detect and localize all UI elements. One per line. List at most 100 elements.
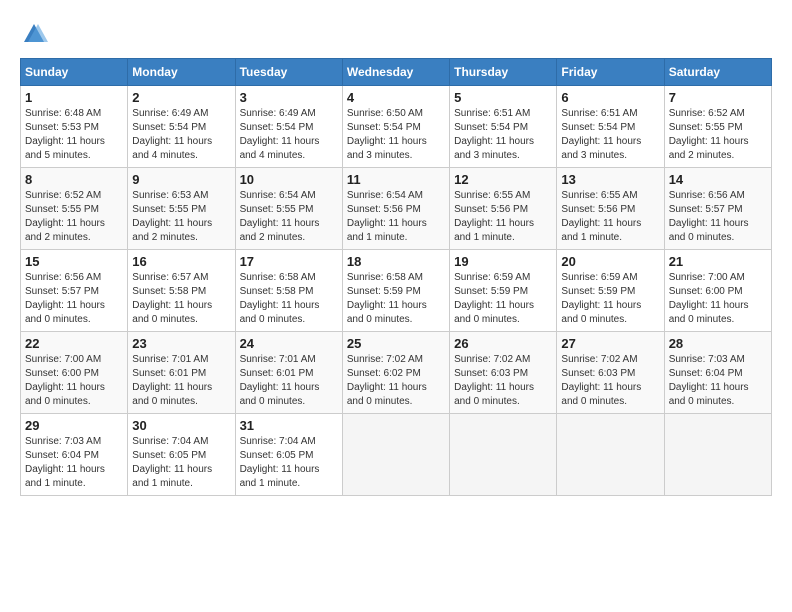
day-number: 15	[25, 254, 123, 269]
day-detail: Sunrise: 6:58 AMSunset: 5:58 PMDaylight:…	[240, 271, 338, 327]
calendar-day-cell: 23 Sunrise: 7:01 AMSunset: 6:01 PMDaylig…	[128, 332, 235, 414]
calendar-day-cell: 27 Sunrise: 7:02 AMSunset: 6:03 PMDaylig…	[557, 332, 664, 414]
day-number: 13	[561, 172, 659, 187]
calendar-day-cell: 7 Sunrise: 6:52 AMSunset: 5:55 PMDayligh…	[664, 86, 771, 168]
calendar-week-row: 29 Sunrise: 7:03 AMSunset: 6:04 PMDaylig…	[21, 414, 772, 496]
calendar-day-cell: 31 Sunrise: 7:04 AMSunset: 6:05 PMDaylig…	[235, 414, 342, 496]
day-detail: Sunrise: 6:48 AMSunset: 5:53 PMDaylight:…	[25, 107, 123, 163]
day-number: 29	[25, 418, 123, 433]
calendar-day-cell: 12 Sunrise: 6:55 AMSunset: 5:56 PMDaylig…	[450, 168, 557, 250]
day-number: 12	[454, 172, 552, 187]
day-number: 18	[347, 254, 445, 269]
calendar-week-row: 1 Sunrise: 6:48 AMSunset: 5:53 PMDayligh…	[21, 86, 772, 168]
day-detail: Sunrise: 6:59 AMSunset: 5:59 PMDaylight:…	[561, 271, 659, 327]
day-detail: Sunrise: 6:58 AMSunset: 5:59 PMDaylight:…	[347, 271, 445, 327]
day-number: 30	[132, 418, 230, 433]
logo	[20, 20, 52, 48]
day-detail: Sunrise: 7:03 AMSunset: 6:04 PMDaylight:…	[25, 435, 123, 491]
day-detail: Sunrise: 6:56 AMSunset: 5:57 PMDaylight:…	[25, 271, 123, 327]
calendar-day-cell: 16 Sunrise: 6:57 AMSunset: 5:58 PMDaylig…	[128, 250, 235, 332]
day-number: 31	[240, 418, 338, 433]
calendar-day-cell: 24 Sunrise: 7:01 AMSunset: 6:01 PMDaylig…	[235, 332, 342, 414]
calendar-day-cell: 26 Sunrise: 7:02 AMSunset: 6:03 PMDaylig…	[450, 332, 557, 414]
day-number: 26	[454, 336, 552, 351]
day-detail: Sunrise: 7:04 AMSunset: 6:05 PMDaylight:…	[240, 435, 338, 491]
day-of-week-header: Sunday	[21, 59, 128, 86]
day-detail: Sunrise: 7:02 AMSunset: 6:03 PMDaylight:…	[561, 353, 659, 409]
day-detail: Sunrise: 6:53 AMSunset: 5:55 PMDaylight:…	[132, 189, 230, 245]
day-detail: Sunrise: 7:02 AMSunset: 6:03 PMDaylight:…	[454, 353, 552, 409]
calendar-week-row: 22 Sunrise: 7:00 AMSunset: 6:00 PMDaylig…	[21, 332, 772, 414]
day-number: 23	[132, 336, 230, 351]
calendar-day-cell	[342, 414, 449, 496]
calendar-week-row: 15 Sunrise: 6:56 AMSunset: 5:57 PMDaylig…	[21, 250, 772, 332]
calendar-day-cell: 19 Sunrise: 6:59 AMSunset: 5:59 PMDaylig…	[450, 250, 557, 332]
day-number: 8	[25, 172, 123, 187]
day-number: 28	[669, 336, 767, 351]
day-of-week-header: Tuesday	[235, 59, 342, 86]
day-detail: Sunrise: 6:56 AMSunset: 5:57 PMDaylight:…	[669, 189, 767, 245]
calendar-day-cell: 18 Sunrise: 6:58 AMSunset: 5:59 PMDaylig…	[342, 250, 449, 332]
day-number: 16	[132, 254, 230, 269]
day-of-week-header: Saturday	[664, 59, 771, 86]
day-detail: Sunrise: 6:50 AMSunset: 5:54 PMDaylight:…	[347, 107, 445, 163]
day-of-week-header: Thursday	[450, 59, 557, 86]
calendar-day-cell: 17 Sunrise: 6:58 AMSunset: 5:58 PMDaylig…	[235, 250, 342, 332]
day-detail: Sunrise: 7:00 AMSunset: 6:00 PMDaylight:…	[25, 353, 123, 409]
calendar-header-row: SundayMondayTuesdayWednesdayThursdayFrid…	[21, 59, 772, 86]
calendar-day-cell: 14 Sunrise: 6:56 AMSunset: 5:57 PMDaylig…	[664, 168, 771, 250]
day-detail: Sunrise: 7:01 AMSunset: 6:01 PMDaylight:…	[132, 353, 230, 409]
calendar-day-cell	[450, 414, 557, 496]
day-detail: Sunrise: 7:02 AMSunset: 6:02 PMDaylight:…	[347, 353, 445, 409]
day-detail: Sunrise: 6:49 AMSunset: 5:54 PMDaylight:…	[240, 107, 338, 163]
day-number: 7	[669, 90, 767, 105]
calendar-day-cell	[664, 414, 771, 496]
calendar-day-cell: 15 Sunrise: 6:56 AMSunset: 5:57 PMDaylig…	[21, 250, 128, 332]
day-detail: Sunrise: 6:59 AMSunset: 5:59 PMDaylight:…	[454, 271, 552, 327]
day-number: 4	[347, 90, 445, 105]
calendar-day-cell: 25 Sunrise: 7:02 AMSunset: 6:02 PMDaylig…	[342, 332, 449, 414]
day-number: 21	[669, 254, 767, 269]
calendar-day-cell: 9 Sunrise: 6:53 AMSunset: 5:55 PMDayligh…	[128, 168, 235, 250]
calendar-day-cell: 10 Sunrise: 6:54 AMSunset: 5:55 PMDaylig…	[235, 168, 342, 250]
logo-icon	[20, 20, 48, 48]
day-number: 1	[25, 90, 123, 105]
calendar-day-cell: 2 Sunrise: 6:49 AMSunset: 5:54 PMDayligh…	[128, 86, 235, 168]
day-number: 17	[240, 254, 338, 269]
calendar-day-cell: 28 Sunrise: 7:03 AMSunset: 6:04 PMDaylig…	[664, 332, 771, 414]
day-detail: Sunrise: 7:01 AMSunset: 6:01 PMDaylight:…	[240, 353, 338, 409]
calendar-day-cell: 5 Sunrise: 6:51 AMSunset: 5:54 PMDayligh…	[450, 86, 557, 168]
day-detail: Sunrise: 6:51 AMSunset: 5:54 PMDaylight:…	[454, 107, 552, 163]
day-number: 27	[561, 336, 659, 351]
day-detail: Sunrise: 6:54 AMSunset: 5:56 PMDaylight:…	[347, 189, 445, 245]
day-detail: Sunrise: 6:52 AMSunset: 5:55 PMDaylight:…	[25, 189, 123, 245]
day-number: 20	[561, 254, 659, 269]
calendar-day-cell: 8 Sunrise: 6:52 AMSunset: 5:55 PMDayligh…	[21, 168, 128, 250]
day-number: 10	[240, 172, 338, 187]
calendar-day-cell: 1 Sunrise: 6:48 AMSunset: 5:53 PMDayligh…	[21, 86, 128, 168]
calendar-day-cell: 30 Sunrise: 7:04 AMSunset: 6:05 PMDaylig…	[128, 414, 235, 496]
calendar-day-cell	[557, 414, 664, 496]
day-detail: Sunrise: 6:57 AMSunset: 5:58 PMDaylight:…	[132, 271, 230, 327]
calendar-day-cell: 6 Sunrise: 6:51 AMSunset: 5:54 PMDayligh…	[557, 86, 664, 168]
calendar-day-cell: 4 Sunrise: 6:50 AMSunset: 5:54 PMDayligh…	[342, 86, 449, 168]
day-number: 19	[454, 254, 552, 269]
day-of-week-header: Monday	[128, 59, 235, 86]
day-number: 14	[669, 172, 767, 187]
day-detail: Sunrise: 6:52 AMSunset: 5:55 PMDaylight:…	[669, 107, 767, 163]
day-number: 2	[132, 90, 230, 105]
calendar-day-cell: 13 Sunrise: 6:55 AMSunset: 5:56 PMDaylig…	[557, 168, 664, 250]
day-detail: Sunrise: 7:04 AMSunset: 6:05 PMDaylight:…	[132, 435, 230, 491]
calendar-day-cell: 11 Sunrise: 6:54 AMSunset: 5:56 PMDaylig…	[342, 168, 449, 250]
page-header	[20, 20, 772, 48]
day-number: 3	[240, 90, 338, 105]
day-detail: Sunrise: 7:00 AMSunset: 6:00 PMDaylight:…	[669, 271, 767, 327]
day-detail: Sunrise: 6:54 AMSunset: 5:55 PMDaylight:…	[240, 189, 338, 245]
calendar-week-row: 8 Sunrise: 6:52 AMSunset: 5:55 PMDayligh…	[21, 168, 772, 250]
calendar-day-cell: 3 Sunrise: 6:49 AMSunset: 5:54 PMDayligh…	[235, 86, 342, 168]
day-number: 6	[561, 90, 659, 105]
day-detail: Sunrise: 6:49 AMSunset: 5:54 PMDaylight:…	[132, 107, 230, 163]
calendar-day-cell: 22 Sunrise: 7:00 AMSunset: 6:00 PMDaylig…	[21, 332, 128, 414]
day-detail: Sunrise: 6:55 AMSunset: 5:56 PMDaylight:…	[561, 189, 659, 245]
day-number: 5	[454, 90, 552, 105]
